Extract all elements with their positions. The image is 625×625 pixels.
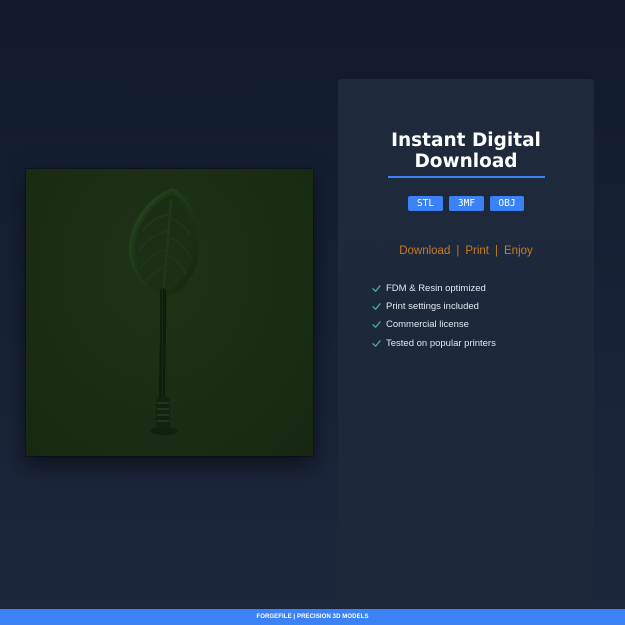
tagline-enjoy: Enjoy <box>504 245 533 257</box>
feature-item: Print settings included <box>372 297 496 315</box>
title-line-2: Download <box>414 151 518 172</box>
format-badge-3mf: 3MF <box>449 196 484 211</box>
title-line-1: Instant Digital <box>391 130 541 151</box>
tagline: Download | Print | Enjoy <box>338 244 594 258</box>
info-panel: Instant Digital Download STL 3MF OBJ Dow… <box>338 79 594 610</box>
check-icon <box>372 321 381 329</box>
footer-text: FORGEFILE | PRECISION 3D MODELS <box>256 614 369 620</box>
feature-label: Tested on popular printers <box>386 337 496 349</box>
check-icon <box>372 303 381 310</box>
feature-label: Print settings included <box>386 300 479 312</box>
title-underline <box>388 176 545 178</box>
feature-item: Commercial license <box>372 316 496 334</box>
format-badge-obj: OBJ <box>490 196 524 211</box>
panel-title: Instant Digital Download <box>338 130 594 172</box>
tagline-separator: | <box>495 245 499 257</box>
format-badges: STL 3MF OBJ <box>338 196 594 211</box>
feature-item: Tested on popular printers <box>372 334 496 352</box>
footer-bar: FORGEFILE | PRECISION 3D MODELS <box>0 609 625 625</box>
check-icon <box>372 284 381 292</box>
leaf-paddle-model-render <box>129 188 199 435</box>
feature-item: FDM & Resin optimized <box>372 279 496 297</box>
tagline-separator: | <box>456 245 460 257</box>
check-icon <box>372 339 381 347</box>
product-image <box>26 169 313 456</box>
feature-list: FDM & Resin optimized Print settings inc… <box>372 279 496 352</box>
feature-label: FDM & Resin optimized <box>386 282 486 294</box>
format-badge-stl: STL <box>408 196 443 211</box>
feature-label: Commercial license <box>386 319 469 331</box>
tagline-download: Download <box>399 245 451 257</box>
tagline-print: Print <box>465 245 490 257</box>
